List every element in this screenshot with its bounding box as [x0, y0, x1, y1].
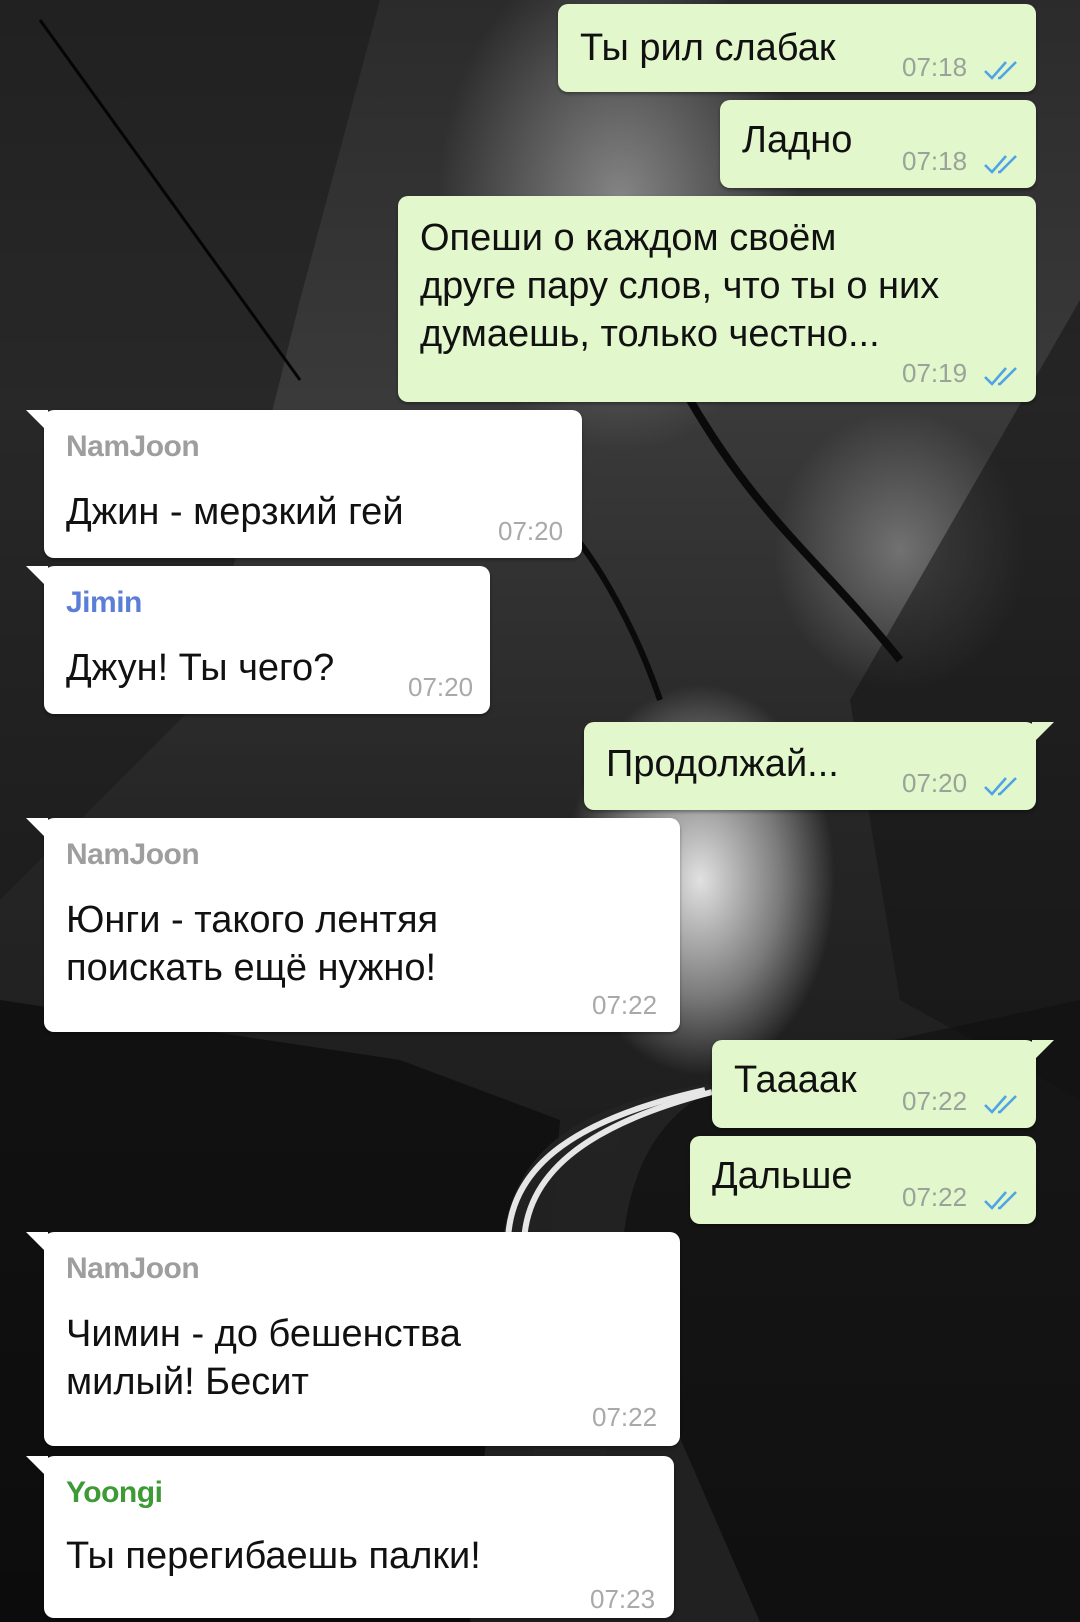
message-bubble-outgoing[interactable]: Ладно 07:18 — [720, 100, 1036, 188]
chat-messages[interactable]: Ты рил слабак 07:18 Ладно 07:18 Опеши о … — [0, 0, 1080, 1622]
message-text: Дальше — [712, 1155, 853, 1197]
message-time: 07:22 — [902, 1182, 968, 1212]
message-text: Опеши о каждом своём друге пару слов, чт… — [420, 217, 940, 355]
message-time: 07:18 — [902, 52, 968, 82]
message-bubble-incoming[interactable]: Yoongi Ты перегибаешь палки! 07:23 — [26, 1456, 674, 1618]
double-check-icon — [984, 777, 1017, 796]
double-check-icon — [984, 1191, 1017, 1210]
message-text: Ты рил слабак — [580, 27, 836, 69]
sender-name: Jimin — [66, 586, 142, 619]
message-time: 07:18 — [902, 146, 968, 176]
sender-name: NamJoon — [66, 838, 200, 871]
message-bubble-incoming[interactable]: NamJoon Юнги - такого лентяя поискать ещ… — [26, 818, 680, 1032]
message-time: 07:20 — [498, 516, 564, 546]
message-bubble-incoming[interactable]: NamJoon Чимин - до бешенства милый! Беси… — [26, 1232, 680, 1446]
message-time: 07:20 — [408, 672, 474, 702]
message-bubble-incoming[interactable]: Jimin Джун! Ты чего? 07:20 — [26, 566, 490, 714]
message-text: Ладно — [742, 119, 853, 161]
message-time: 07:22 — [592, 1402, 658, 1432]
message-bubble-outgoing[interactable]: Ты рил слабак 07:18 — [558, 4, 1036, 92]
double-check-icon — [984, 61, 1017, 80]
message-text: Юнги - такого лентяя поискать ещё нужно! — [66, 899, 439, 989]
message-bubble-incoming[interactable]: NamJoon Джин - мерзкий гей 07:20 — [26, 410, 582, 558]
message-text: Джин - мерзкий гей — [66, 491, 404, 533]
sender-name: NamJoon — [66, 430, 200, 463]
sender-name: Yoongi — [66, 1476, 163, 1509]
message-time: 07:22 — [592, 990, 658, 1020]
message-text: Джун! Ты чего? — [66, 647, 335, 689]
message-text: Таааак — [734, 1059, 857, 1101]
message-time: 07:23 — [590, 1584, 656, 1614]
sender-name: NamJoon — [66, 1252, 200, 1285]
message-bubble-outgoing[interactable]: Опеши о каждом своём друге пару слов, чт… — [398, 196, 1036, 402]
message-time: 07:19 — [902, 358, 968, 388]
message-text: Ты перегибаешь палки! — [66, 1535, 481, 1577]
message-bubble-outgoing[interactable]: Дальше 07:22 — [690, 1136, 1036, 1224]
message-bubble-outgoing[interactable]: Таааак 07:22 — [712, 1040, 1054, 1128]
message-text: Чимин - до бешенства милый! Бесит — [66, 1313, 461, 1403]
double-check-icon — [984, 1095, 1017, 1114]
message-time: 07:22 — [902, 1086, 968, 1116]
double-check-icon — [984, 155, 1017, 174]
message-bubble-outgoing[interactable]: Продолжай... 07:20 — [584, 722, 1054, 810]
message-text: Продолжай... — [606, 743, 839, 785]
double-check-icon — [984, 367, 1017, 386]
message-time: 07:20 — [902, 768, 968, 798]
